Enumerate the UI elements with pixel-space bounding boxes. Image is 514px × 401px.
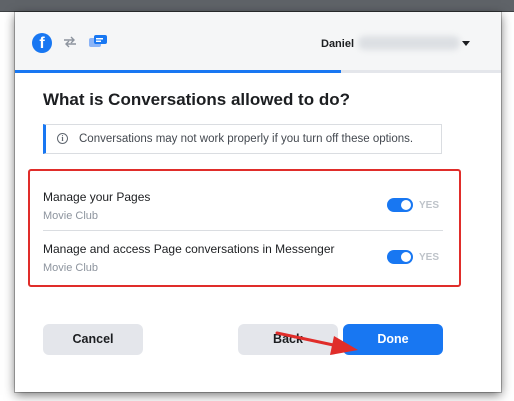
notice-text: Conversations may not work properly if y… <box>79 133 414 145</box>
annotation-highlight-box <box>28 169 461 287</box>
facebook-logo-icon: f <box>32 33 52 53</box>
back-button[interactable]: Back <box>238 324 338 355</box>
done-button[interactable]: Done <box>343 324 443 355</box>
info-icon: i <box>57 133 68 144</box>
dialog-header: f Daniel <box>15 12 501 72</box>
info-notice: i Conversations may not work properly if… <box>43 124 442 154</box>
account-dropdown-caret-icon[interactable] <box>462 41 470 46</box>
conversations-app-icon <box>89 35 107 47</box>
progress-bar <box>15 70 501 73</box>
progress-fill <box>15 70 341 73</box>
account-name[interactable]: Daniel <box>321 38 354 50</box>
dialog-title: What is Conversations allowed to do? <box>43 90 350 109</box>
swap-arrows-icon <box>64 36 76 48</box>
redacted-account-surname <box>358 36 460 50</box>
cancel-button[interactable]: Cancel <box>43 324 143 355</box>
